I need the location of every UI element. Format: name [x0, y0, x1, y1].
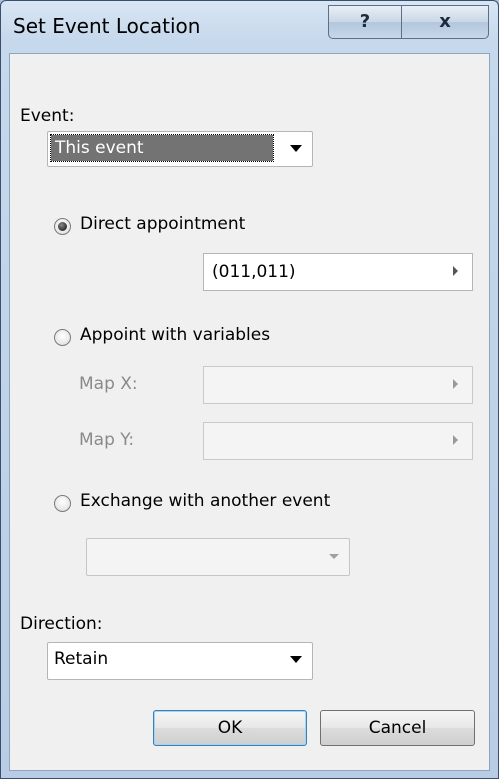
direct-appointment-radio[interactable] — [54, 218, 71, 235]
appoint-variables-radio[interactable] — [54, 329, 71, 346]
chevron-down-icon — [290, 145, 302, 152]
event-label: Event: — [20, 106, 75, 126]
chevron-down-icon — [329, 554, 339, 559]
event-dropdown[interactable]: This event — [47, 131, 313, 167]
close-icon: x — [439, 11, 451, 32]
window-title: Set Event Location — [13, 14, 201, 38]
map-y-label: Map Y: — [79, 430, 135, 450]
direction-label: Direction: — [20, 614, 103, 634]
chevron-down-icon — [290, 656, 302, 663]
exchange-event-radio[interactable] — [54, 495, 71, 512]
map-y-field[interactable] — [203, 422, 473, 460]
direction-dropdown[interactable]: Retain — [47, 642, 313, 680]
appoint-variables-label[interactable]: Appoint with variables — [80, 325, 270, 345]
event-dropdown-value: This event — [50, 134, 274, 162]
ok-button[interactable]: OK — [153, 710, 307, 746]
direct-location-value: (011,011) — [212, 262, 296, 282]
direction-value: Retain — [54, 649, 109, 669]
dialog-body: Event: This event Direct appointment (01… — [9, 53, 490, 771]
map-x-label: Map X: — [79, 374, 138, 394]
help-button[interactable]: ? — [328, 5, 402, 39]
exchange-event-value — [90, 542, 98, 568]
triangle-right-icon[interactable] — [453, 379, 458, 389]
direct-appointment-label[interactable]: Direct appointment — [80, 214, 245, 234]
title-bar[interactable]: Set Event Location ? x — [1, 1, 498, 53]
help-icon: ? — [359, 11, 371, 32]
triangle-right-icon[interactable] — [453, 266, 458, 276]
dialog-window: Set Event Location ? x Event: This event… — [0, 0, 499, 779]
exchange-event-label[interactable]: Exchange with another event — [80, 491, 330, 511]
exchange-event-dropdown[interactable] — [86, 538, 350, 576]
close-button[interactable]: x — [401, 5, 489, 39]
triangle-right-icon[interactable] — [453, 435, 458, 445]
map-x-field[interactable] — [203, 366, 473, 404]
cancel-button[interactable]: Cancel — [320, 710, 475, 746]
direct-location-field[interactable]: (011,011) — [203, 253, 473, 291]
